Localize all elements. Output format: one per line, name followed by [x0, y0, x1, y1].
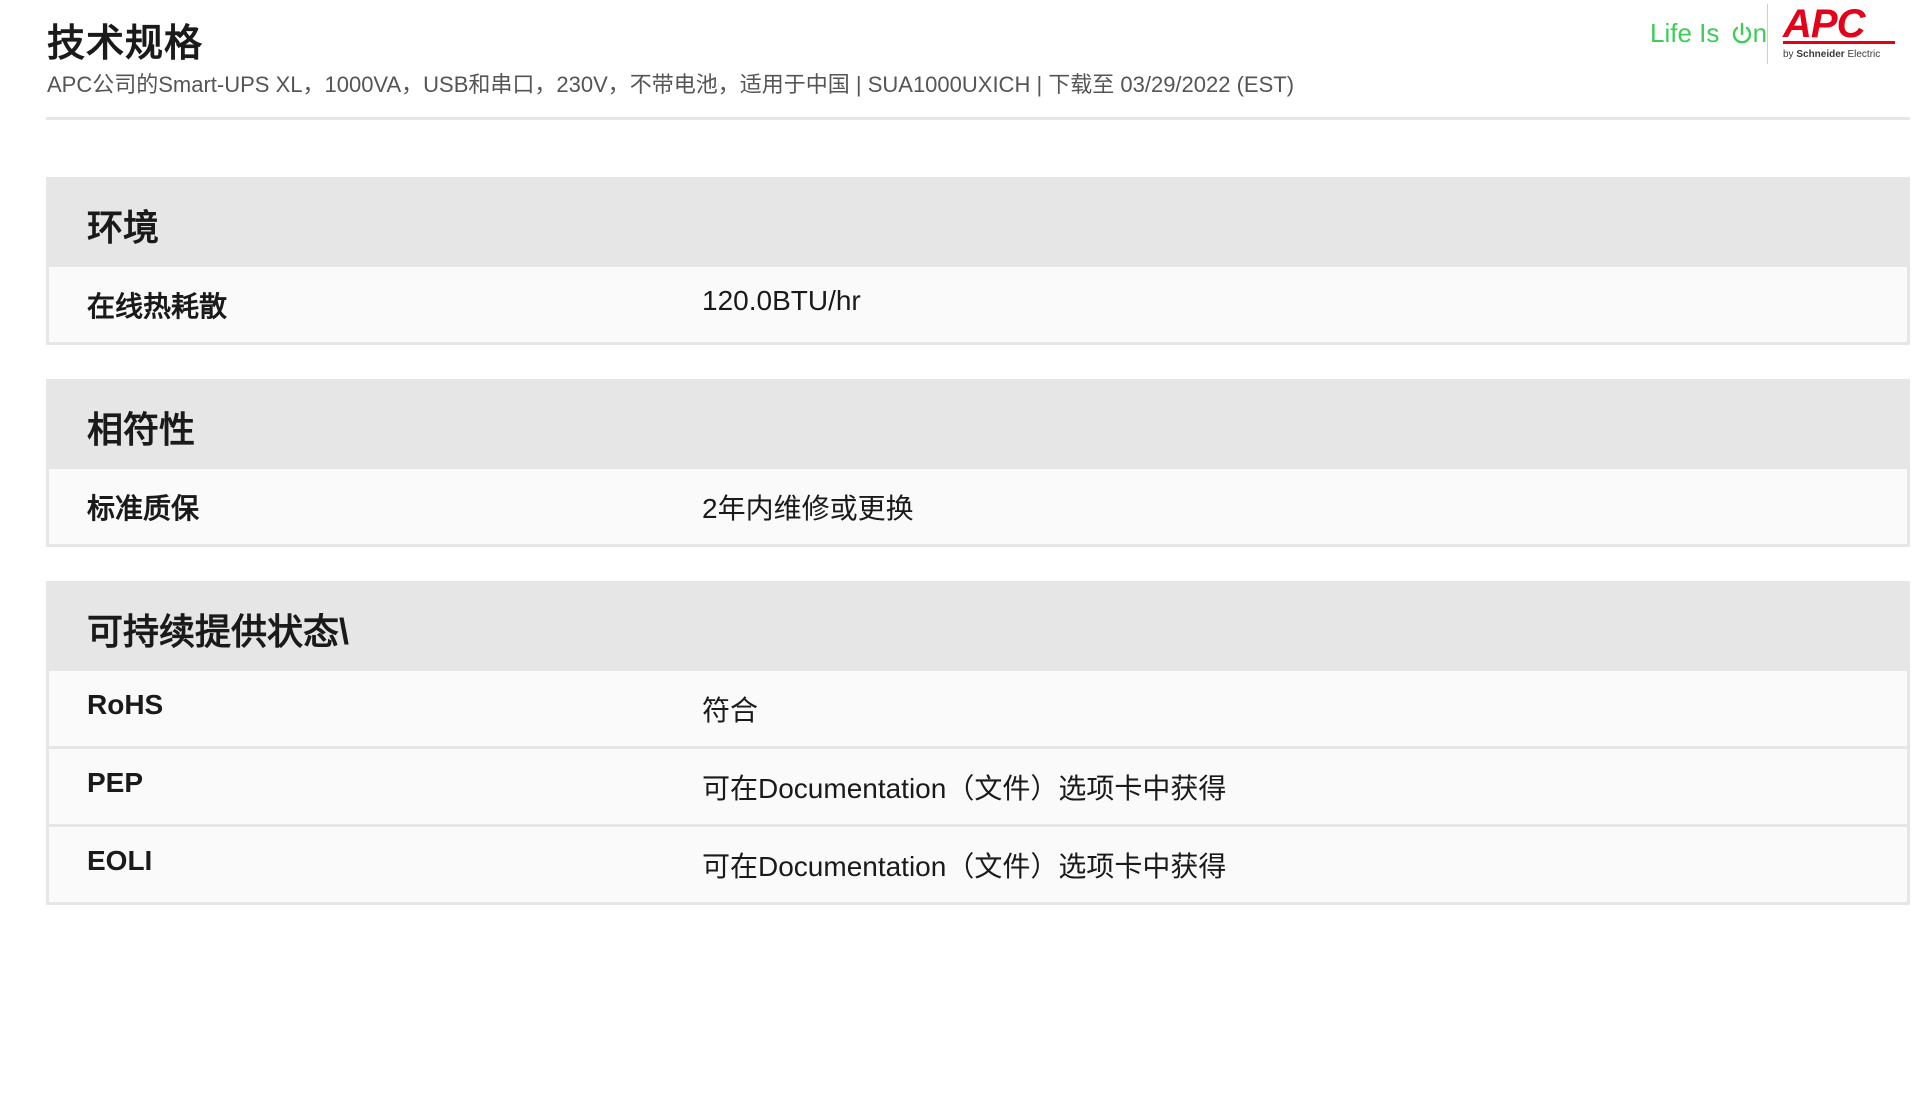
spec-value: 2年内维修或更换	[702, 493, 914, 524]
apc-byline: by Schneider Electric	[1783, 49, 1881, 60]
power-icon	[1732, 22, 1751, 43]
spec-label: 标准质保	[87, 493, 200, 524]
section-title: 可持续提供状态\	[87, 611, 350, 652]
spec-row: 标准质保 2年内维修或更换	[49, 469, 1907, 544]
page-header: 技术规格 APC公司的Smart-UPS XL，1000VA，USB和串口，23…	[46, 0, 1910, 120]
spec-row: EOLI 可在Documentation（文件）选项卡中获得	[49, 824, 1907, 902]
brand-divider	[1767, 4, 1768, 64]
section-header: 可持续提供状态\	[49, 581, 1907, 671]
section-header: 相符性	[49, 379, 1907, 469]
spec-label: PEP	[87, 767, 144, 798]
tagline-suffix: n	[1752, 18, 1768, 48]
apc-logo: APC by Schneider Electric	[1783, 2, 1910, 64]
life-is-on-tagline: Life Is n	[1650, 18, 1767, 49]
section-title: 环境	[87, 207, 160, 248]
spec-label: 在线热耗散	[87, 291, 228, 322]
section-environment: 环境 在线热耗散 120.0BTU/hr	[46, 177, 1910, 345]
tagline-prefix: Life Is	[1650, 18, 1727, 48]
spec-row: PEP 可在Documentation（文件）选项卡中获得	[49, 746, 1907, 824]
spec-row: RoHS 符合	[49, 671, 1907, 746]
section-compliance: 相符性 标准质保 2年内维修或更换	[46, 379, 1910, 547]
spec-row: 在线热耗散 120.0BTU/hr	[49, 267, 1907, 342]
brand-area: Life Is n APC by Schneider Electric	[1650, 2, 1910, 64]
spec-value: 120.0BTU/hr	[702, 285, 861, 316]
apc-logo-underline	[1783, 41, 1895, 44]
spec-value: 可在Documentation（文件）选项卡中获得	[702, 851, 1227, 882]
section-sustainability: 可持续提供状态\ RoHS 符合 PEP 可在Documentation（文件）…	[46, 581, 1910, 905]
page-title: 技术规格	[47, 23, 204, 65]
section-title: 相符性	[87, 409, 196, 450]
section-header: 环境	[49, 177, 1907, 267]
spec-label: RoHS	[87, 689, 164, 720]
spec-value: 符合	[702, 695, 759, 726]
page-subtitle: APC公司的Smart-UPS XL，1000VA，USB和串口，230V，不带…	[47, 72, 1295, 97]
spec-label: EOLI	[87, 845, 153, 876]
spec-value: 可在Documentation（文件）选项卡中获得	[702, 773, 1227, 804]
